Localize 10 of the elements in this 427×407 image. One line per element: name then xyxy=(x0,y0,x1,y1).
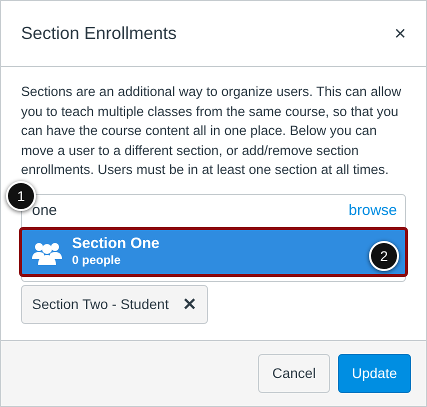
close-button[interactable]: × xyxy=(394,24,406,44)
remove-button[interactable]: ✕ xyxy=(182,296,197,312)
description-text: Sections are an additional way to organize users. This can allow you to teach multiple classes from the same course, so that you can have the course content all in one place. Below you can move a user to a different section, or add/remove section enrollments. Users must be in at least one section at all times. xyxy=(21,83,402,179)
update-button[interactable]: Update xyxy=(338,354,411,393)
browse-link[interactable]: browse xyxy=(348,200,397,223)
enrollment-label: Section Two - Student xyxy=(32,294,169,314)
section-name: Section One xyxy=(72,235,160,253)
dialog-title: Section Enrollments xyxy=(21,22,177,46)
cancel-button[interactable]: Cancel xyxy=(258,354,330,393)
people-count: 0 people xyxy=(72,253,122,268)
